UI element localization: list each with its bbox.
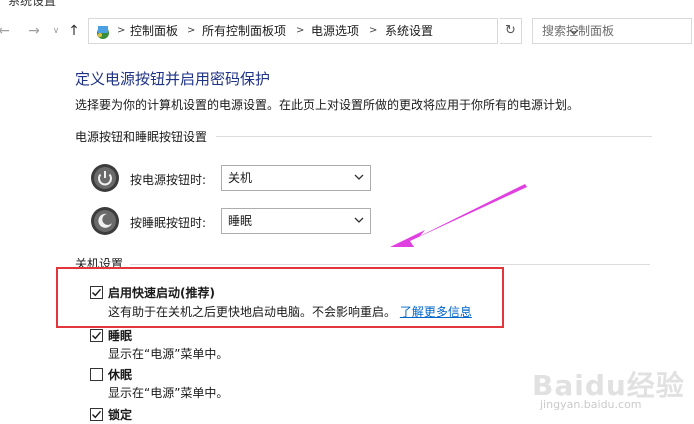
hibernate-menu-checkbox[interactable] [90,368,103,381]
power-button-action-select[interactable]: 关机 [221,165,371,191]
window-title: 系统设置 [8,0,57,8]
chevron-down-icon [354,174,364,180]
control-panel-icon [97,26,109,39]
back-arrow-icon[interactable]: ← [0,22,12,40]
power-section-heading: 电源按钮和睡眠按钮设置 [75,130,208,144]
checkmark-icon [92,410,102,419]
hibernate-menu-label[interactable]: 休眠 [108,366,132,383]
lock-menu-checkbox[interactable] [90,408,103,421]
power-button-icon [91,164,119,192]
sleep-menu-checkbox[interactable] [90,329,103,342]
search-input[interactable]: 搜索控制面板 [532,18,692,44]
up-arrow-icon[interactable]: ↑ [66,22,82,40]
highlight-box [56,267,504,328]
breadcrumb-separator-icon: > [117,25,126,36]
sleep-button-selected-value: 睡眠 [228,214,253,228]
sleep-button-label: 按睡眠按钮时: [130,216,207,230]
breadcrumb-separator-icon: > [296,25,305,36]
breadcrumb-all-items[interactable]: 所有控制面板项 [202,23,286,39]
power-button-selected-value: 关机 [228,171,253,185]
breadcrumb-separator-icon: > [369,25,378,36]
navigation-bar: ← → ∨ ↑ > 控制面板 > 所有控制面板项 > 电源选项 > 系统设置 ↻… [0,14,694,48]
sleep-menu-label[interactable]: 睡眠 [108,327,132,344]
forward-arrow-icon[interactable]: → [26,22,42,40]
breadcrumb-power-options[interactable]: 电源选项 [311,23,359,39]
breadcrumb-system-settings[interactable]: 系统设置 [385,23,433,39]
page-title: 定义电源按钮并启用密码保护 [75,70,271,88]
section-divider [216,136,652,137]
power-button-label: 按电源按钮时: [130,173,207,187]
lock-menu-label[interactable]: 锁定 [108,406,132,423]
chevron-down-icon [354,217,364,223]
sleep-button-action-select[interactable]: 睡眠 [221,208,371,234]
sleep-menu-description: 显示在“电源”菜单中。 [108,347,229,361]
watermark-url: jingyan.baidu.com [540,398,642,411]
sleep-button-icon [91,207,119,235]
breadcrumb-control-panel[interactable]: 控制面板 [130,23,178,39]
address-bar[interactable]: > 控制面板 > 所有控制面板项 > 电源选项 > 系统设置 [88,18,579,44]
section-divider [130,264,650,265]
page-description: 选择要为你的计算机设置的电源设置。在此页上对设置所做的更改将应用于你所有的电源计… [75,98,580,112]
checkmark-icon [92,331,102,340]
window-titlebar: 系统设置 [0,0,694,8]
refresh-icon[interactable]: ↻ [500,18,522,44]
breadcrumb-separator-icon: > [187,25,196,36]
recent-locations-chevron-icon[interactable]: ∨ [48,22,64,40]
hibernate-menu-description: 显示在“电源”菜单中。 [108,386,229,400]
